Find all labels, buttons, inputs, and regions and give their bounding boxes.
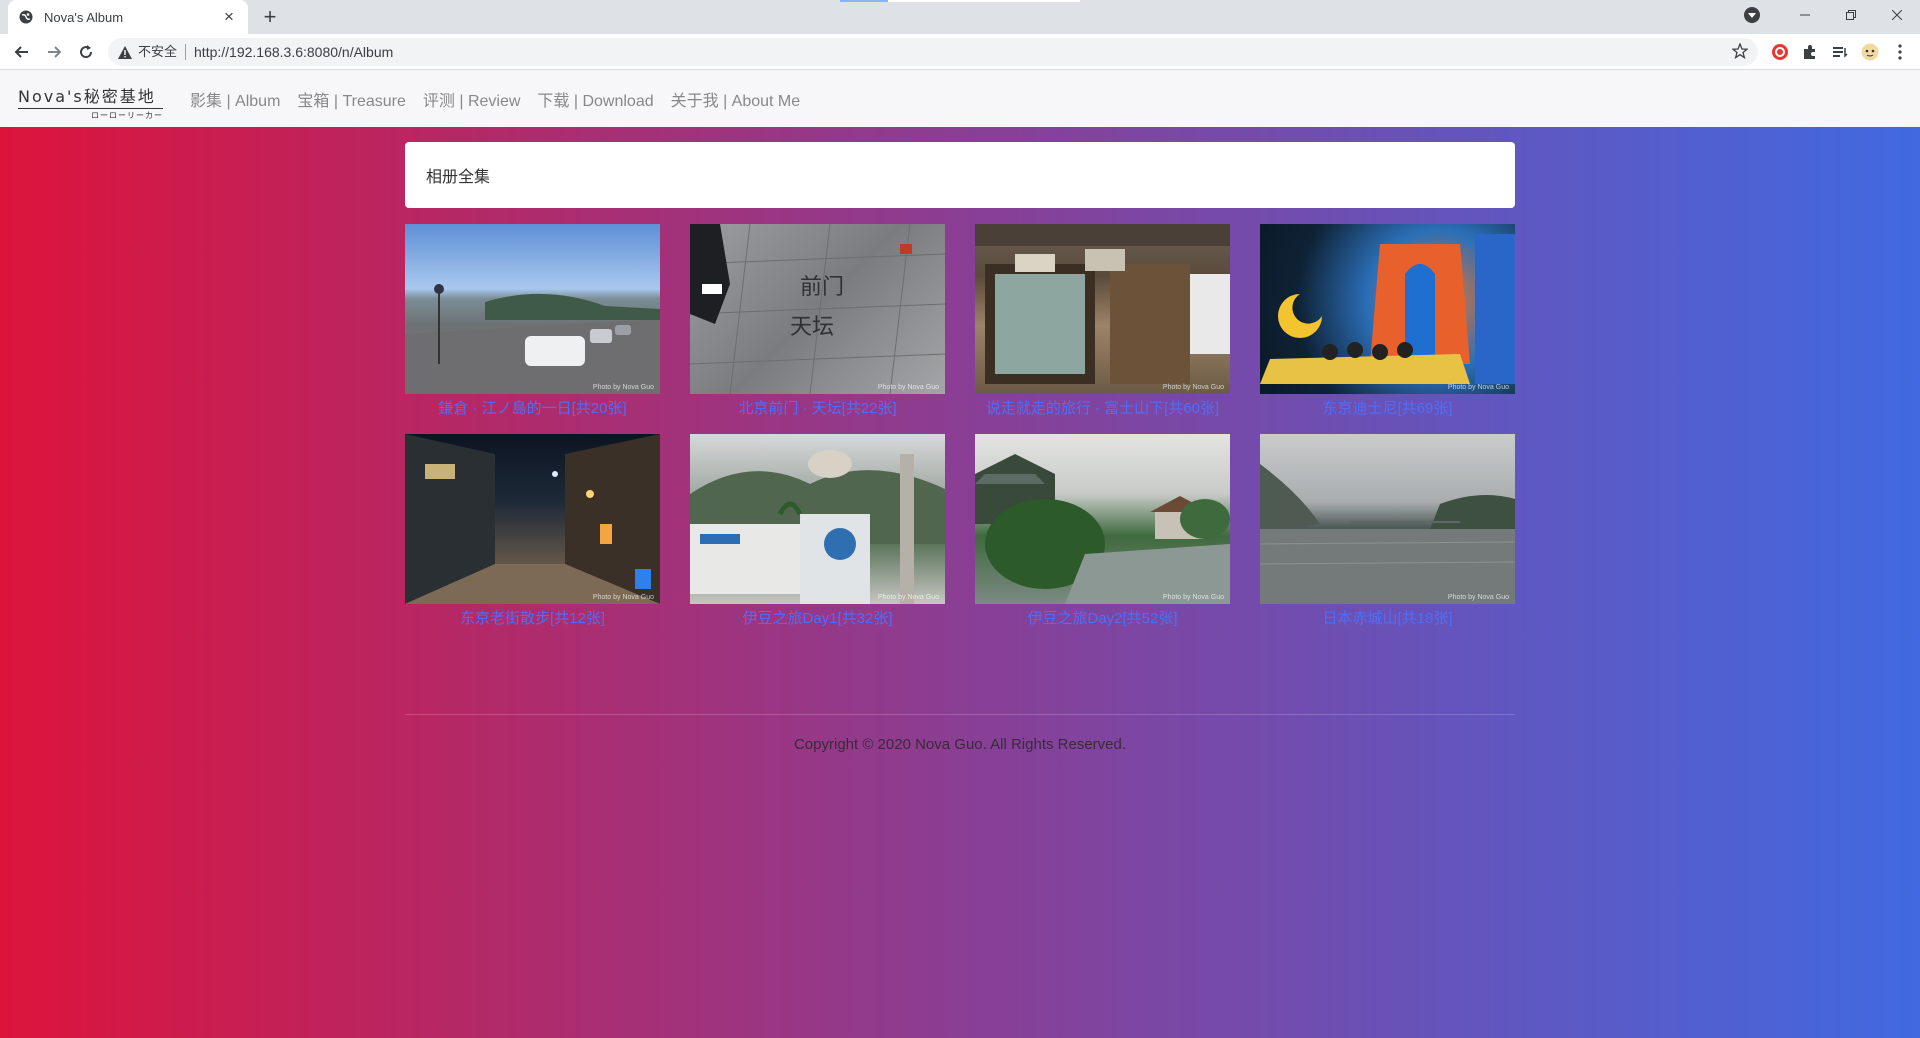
loading-indicator (840, 0, 888, 2)
album-card[interactable]: Photo by Nova Guo 鎌倉 · 江ノ島的一日[共20张] (405, 224, 660, 418)
album-card[interactable]: Photo by Nova Guo 说走就走的旅行 - 富士山下[共60张] (975, 224, 1230, 418)
page-title: 相册全集 (405, 142, 1515, 208)
album-thumbnail[interactable]: Photo by Nova Guo (975, 434, 1230, 604)
profile-avatar-icon[interactable] (1860, 42, 1880, 62)
extension-icons (1770, 42, 1910, 62)
back-arrow-icon[interactable] (6, 36, 38, 68)
url-text[interactable]: http://192.168.3.6:8080/n/Album (194, 44, 393, 60)
globe-icon (18, 9, 34, 25)
brand-name: Nova's秘密基地 (18, 83, 163, 109)
close-window-icon[interactable] (1874, 0, 1920, 30)
tab-search-icon[interactable] (1744, 7, 1760, 23)
album-caption[interactable]: 东京迪士尼[共69张] (1260, 397, 1515, 418)
watermark: Photo by Nova Guo (1447, 594, 1509, 601)
album-thumbnail[interactable]: Photo by Nova Guo (1260, 224, 1515, 394)
page-viewport: Nova's秘密基地 ローローリーカー 影集 | Album 宝箱 | Trea… (0, 70, 1920, 1038)
content-container: 相册全集 Photo by Nova Guo 鎌倉 · 江ノ島的一日[共20张]… (405, 142, 1515, 753)
nav-links: 影集 | Album 宝箱 | Treasure 评测 | Review 下载 … (190, 70, 817, 127)
nav-album[interactable]: 影集 | Album (190, 87, 280, 111)
loading-indicator-track (888, 0, 1080, 2)
nav-about-me[interactable]: 关于我 | About Me (671, 87, 801, 111)
album-thumbnail[interactable]: Photo by Nova Guo (405, 434, 660, 604)
address-bar[interactable]: 不安全 http://192.168.3.6:8080/n/Album (108, 38, 1758, 66)
watermark: Photo by Nova Guo (1162, 594, 1224, 601)
security-label[interactable]: 不安全 (138, 44, 187, 60)
album-caption[interactable]: 东京老街散步[共12张] (405, 607, 660, 628)
reload-icon[interactable] (70, 36, 102, 68)
warning-icon[interactable] (118, 45, 132, 59)
album-thumbnail[interactable]: Photo by Nova Guo (405, 224, 660, 394)
extension-red-icon[interactable] (1770, 42, 1790, 62)
menu-kebab-icon[interactable] (1890, 42, 1910, 62)
new-tab-button[interactable]: + (258, 5, 282, 29)
window-controls (1744, 0, 1920, 30)
minimize-icon[interactable] (1782, 0, 1828, 30)
album-thumbnail[interactable]: Photo by Nova Guo (690, 434, 945, 604)
watermark: Photo by Nova Guo (1447, 384, 1509, 391)
album-card[interactable]: Photo by Nova Guo 伊豆之旅Day2[共52张] (975, 434, 1230, 628)
nav-download[interactable]: 下载 | Download (537, 87, 653, 111)
album-caption[interactable]: 说走就走的旅行 - 富士山下[共60张] (975, 397, 1230, 418)
browser-tab-strip: Nova's Album × + (0, 0, 1920, 34)
album-card[interactable]: Photo by Nova Guo 日本赤城山[共18张] (1260, 434, 1515, 628)
tab-title: Nova's Album (44, 9, 124, 25)
forward-arrow-icon[interactable] (38, 36, 70, 68)
album-caption[interactable]: 鎌倉 · 江ノ島的一日[共20张] (405, 397, 660, 418)
site-logo[interactable]: Nova's秘密基地 ローローリーカー (18, 83, 163, 121)
watermark: Photo by Nova Guo (1162, 384, 1224, 391)
album-card[interactable]: 前门 天坛 Photo by Nova Guo 北京前门 · 天坛[共22张] (690, 224, 945, 418)
puzzle-icon[interactable] (1800, 42, 1820, 62)
album-thumbnail[interactable]: Photo by Nova Guo (975, 224, 1230, 394)
restore-icon[interactable] (1828, 0, 1874, 30)
reading-list-icon[interactable] (1830, 42, 1850, 62)
nav-review[interactable]: 评测 | Review (423, 87, 521, 111)
browser-tab-active[interactable]: Nova's Album × (8, 0, 248, 34)
album-card[interactable]: Photo by Nova Guo 东京老街散步[共12张] (405, 434, 660, 628)
bookmark-star-icon[interactable] (1731, 42, 1749, 64)
album-caption[interactable]: 伊豆之旅Day2[共52张] (975, 607, 1230, 628)
album-card[interactable]: Photo by Nova Guo 伊豆之旅Day1[共32张] (690, 434, 945, 628)
svg-text:天坛: 天坛 (790, 315, 834, 340)
album-thumbnail[interactable]: 前门 天坛 Photo by Nova Guo (690, 224, 945, 394)
album-thumbnail[interactable]: Photo by Nova Guo (1260, 434, 1515, 604)
nav-treasure[interactable]: 宝箱 | Treasure (297, 87, 405, 111)
watermark: Photo by Nova Guo (877, 594, 939, 601)
album-caption[interactable]: 北京前门 · 天坛[共22张] (690, 397, 945, 418)
watermark: Photo by Nova Guo (592, 594, 654, 601)
svg-text:前门: 前门 (800, 275, 844, 300)
brand-subtitle: ローローリーカー (91, 111, 163, 120)
close-tab-icon[interactable]: × (220, 8, 238, 26)
browser-toolbar: 不安全 http://192.168.3.6:8080/n/Album (0, 34, 1920, 70)
footer-divider (405, 714, 1515, 715)
watermark: Photo by Nova Guo (592, 384, 654, 391)
footer-copyright: Copyright © 2020 Nova Guo. All Rights Re… (793, 736, 1127, 753)
watermark: Photo by Nova Guo (877, 384, 939, 391)
site-navbar: Nova's秘密基地 ローローリーカー 影集 | Album 宝箱 | Trea… (0, 70, 1920, 127)
album-card[interactable]: Photo by Nova Guo 东京迪士尼[共69张] (1260, 224, 1515, 418)
album-caption[interactable]: 日本赤城山[共18张] (1260, 607, 1515, 628)
album-caption[interactable]: 伊豆之旅Day1[共32张] (690, 607, 945, 628)
